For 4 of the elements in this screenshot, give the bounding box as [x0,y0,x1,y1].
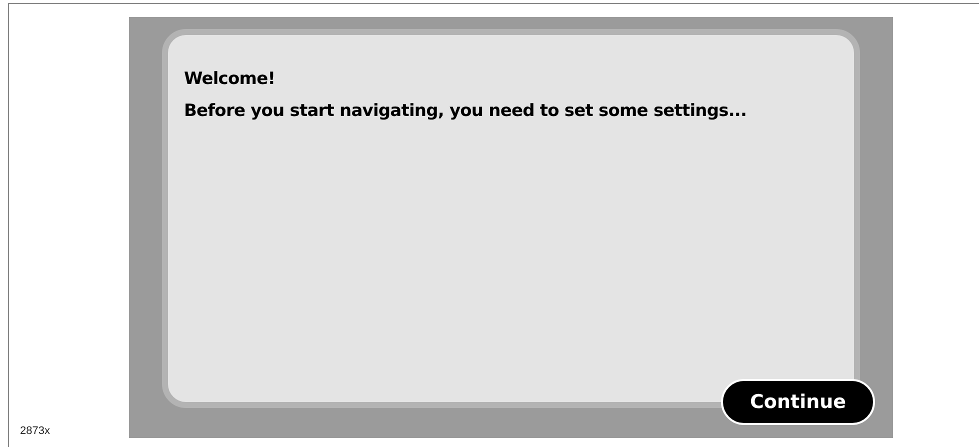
message-text: Before you start navigating, you need to set some settings... [184,100,748,123]
continue-button[interactable]: Continue [721,379,875,425]
message-text: Welcome! [184,68,276,91]
figure-label: 2873x [20,425,50,437]
